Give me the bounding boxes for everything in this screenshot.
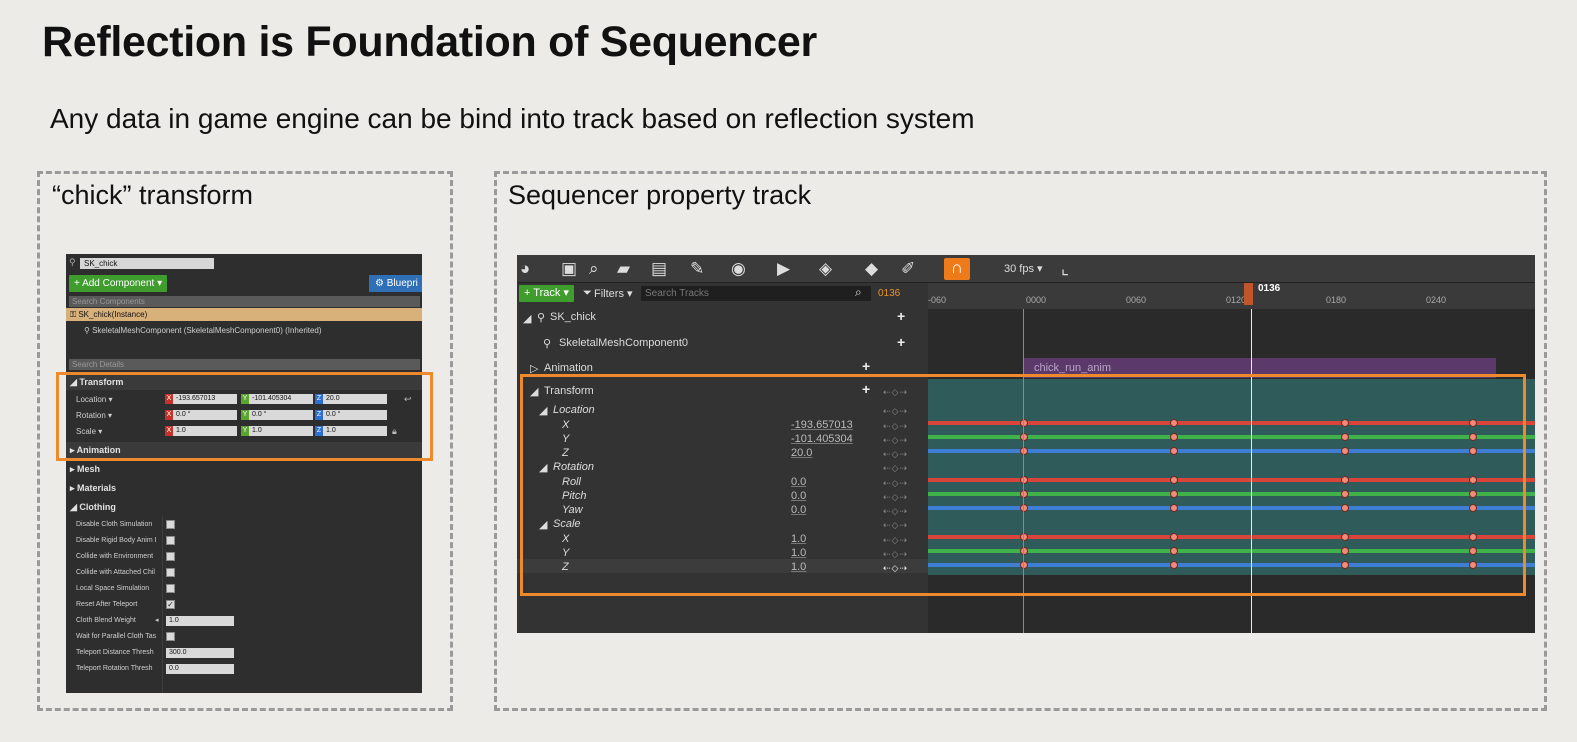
- blueprint-button[interactable]: ⚙ Bluepri: [369, 275, 422, 292]
- property-track-highlight: [520, 374, 1526, 596]
- add-icon[interactable]: +: [897, 308, 905, 324]
- clothing-category[interactable]: ◢ Clothing: [66, 499, 422, 515]
- clothing-prop: Collide with Attached Chil: [76, 569, 155, 576]
- filters-dropdown[interactable]: Filters ▾: [594, 287, 633, 300]
- animation-track-label[interactable]: Animation: [544, 362, 593, 374]
- camera-icon[interactable]: ▰: [617, 259, 630, 279]
- playhead-handle[interactable]: [1244, 283, 1253, 305]
- checkbox-checked[interactable]: ✓: [166, 600, 175, 609]
- cloth-blend-weight-label: Cloth Blend Weight: [76, 617, 136, 624]
- bone-icon: ⚲: [84, 326, 93, 335]
- sequencer-toolbar: ◕ ▣ ⌕ ▰ ▤ ✎ ◉ ▶ ◈ ◆ ✐ ∩ 30 fps ▾ ⌞: [517, 255, 1535, 283]
- teleport-rotation-field[interactable]: 0.0: [166, 664, 234, 674]
- teleport-rotation-label: Teleport Rotation Thresh: [76, 665, 153, 672]
- wait-parallel-label: Wait for Parallel Cloth Tas: [76, 633, 157, 640]
- search-icon[interactable]: ⌕: [589, 259, 599, 279]
- materials-category[interactable]: ▸ Materials: [66, 480, 422, 496]
- eye-icon[interactable]: ◉: [731, 259, 746, 279]
- add-component-button[interactable]: + Add Component ▾: [69, 275, 168, 292]
- search-details-input[interactable]: Search Details: [69, 359, 420, 370]
- clothing-prop: Local Space Simulation: [76, 585, 150, 592]
- component-label: SkeletalMeshComponent (SkeletalMeshCompo…: [92, 326, 322, 335]
- cloth-blend-weight-field[interactable]: 1.0: [166, 616, 234, 626]
- expand-arrow-icon[interactable]: ◢: [523, 312, 531, 325]
- details-panel: ⚲ SK_chick + Add Component ▾ ⚙ Bluepri S…: [66, 254, 422, 693]
- world-icon[interactable]: ◕: [520, 259, 530, 279]
- search-icon: ⌕: [855, 285, 862, 299]
- pencil-icon[interactable]: ✐: [901, 259, 915, 279]
- bone-icon: ⚲: [543, 338, 552, 350]
- component-item[interactable]: ⚲ SkeletalMeshComponent (SkeletalMeshCom…: [84, 326, 322, 335]
- actor-icon: ⚲: [537, 312, 546, 324]
- checkbox[interactable]: [166, 568, 175, 577]
- clothing-prop: Collide with Environment: [76, 553, 154, 560]
- clothing-prop: Reset After Teleport: [76, 601, 138, 608]
- mesh-category[interactable]: ▸ Mesh: [66, 461, 422, 477]
- actor-name-field[interactable]: SK_chick: [80, 258, 214, 269]
- instance-item[interactable]: ⚿ SK_chick(Instance): [66, 308, 422, 321]
- checkbox[interactable]: [166, 552, 175, 561]
- tick-label: 0180: [1326, 295, 1347, 305]
- transform-highlight: [56, 372, 433, 461]
- slide-title: Reflection is Foundation of Sequencer: [42, 18, 817, 66]
- tick-label: -060: [928, 295, 947, 305]
- actor-track-label[interactable]: SK_chick: [550, 311, 596, 323]
- curve-editor-icon[interactable]: ⌞: [1061, 259, 1069, 279]
- checkbox[interactable]: [166, 584, 175, 593]
- search-components-input[interactable]: Search Components: [69, 296, 420, 307]
- add-icon[interactable]: +: [897, 334, 905, 350]
- component-track-label[interactable]: SkeletalMeshComponent0: [559, 337, 688, 349]
- time-ruler[interactable]: -060 0000 0060 0120 0180 0240 0136: [928, 283, 1535, 309]
- slide-subtitle: Any data in game engine can be bind into…: [50, 103, 975, 134]
- add-icon[interactable]: +: [862, 358, 870, 374]
- save-icon[interactable]: ▣: [561, 259, 577, 279]
- sequencer-title: Sequencer property track: [508, 180, 812, 210]
- teleport-distance-label: Teleport Distance Thresh: [76, 649, 154, 656]
- search-tracks-input[interactable]: Search Tracks: [641, 286, 871, 301]
- checkbox[interactable]: [166, 520, 175, 529]
- wrench-icon[interactable]: ✎: [690, 259, 704, 279]
- key-icon[interactable]: ◈: [819, 259, 832, 279]
- actor-icon: ⚲: [69, 257, 76, 267]
- filter-icon[interactable]: ⏷: [583, 287, 592, 300]
- diamond-icon[interactable]: ◆: [865, 259, 878, 279]
- teleport-distance-field[interactable]: 300.0: [166, 648, 234, 658]
- instance-label: SK_chick(Instance): [78, 310, 148, 319]
- clothing-prop: Disable Cloth Simulation: [76, 521, 153, 528]
- play-icon[interactable]: ▶: [777, 259, 790, 279]
- tick-label: 0060: [1126, 295, 1147, 305]
- chick-transform-title: “chick” transform: [52, 180, 254, 210]
- current-frame-readout: 0136: [878, 288, 901, 299]
- add-track-button[interactable]: + Track ▾: [519, 285, 574, 302]
- checkbox[interactable]: [166, 632, 175, 641]
- tick-label: 0240: [1426, 295, 1447, 305]
- fps-dropdown[interactable]: 30 fps ▾: [1004, 262, 1043, 275]
- snap-icon[interactable]: ∩: [944, 258, 970, 280]
- clapper-icon[interactable]: ▤: [651, 259, 667, 279]
- dropdown-arrow-icon[interactable]: ◂: [155, 616, 159, 624]
- column-divider: [162, 516, 163, 693]
- clothing-prop: Disable Rigid Body Anim I: [76, 537, 157, 544]
- tick-label: 0000: [1026, 295, 1047, 305]
- playhead-label: 0136: [1258, 283, 1281, 294]
- checkbox[interactable]: [166, 536, 175, 545]
